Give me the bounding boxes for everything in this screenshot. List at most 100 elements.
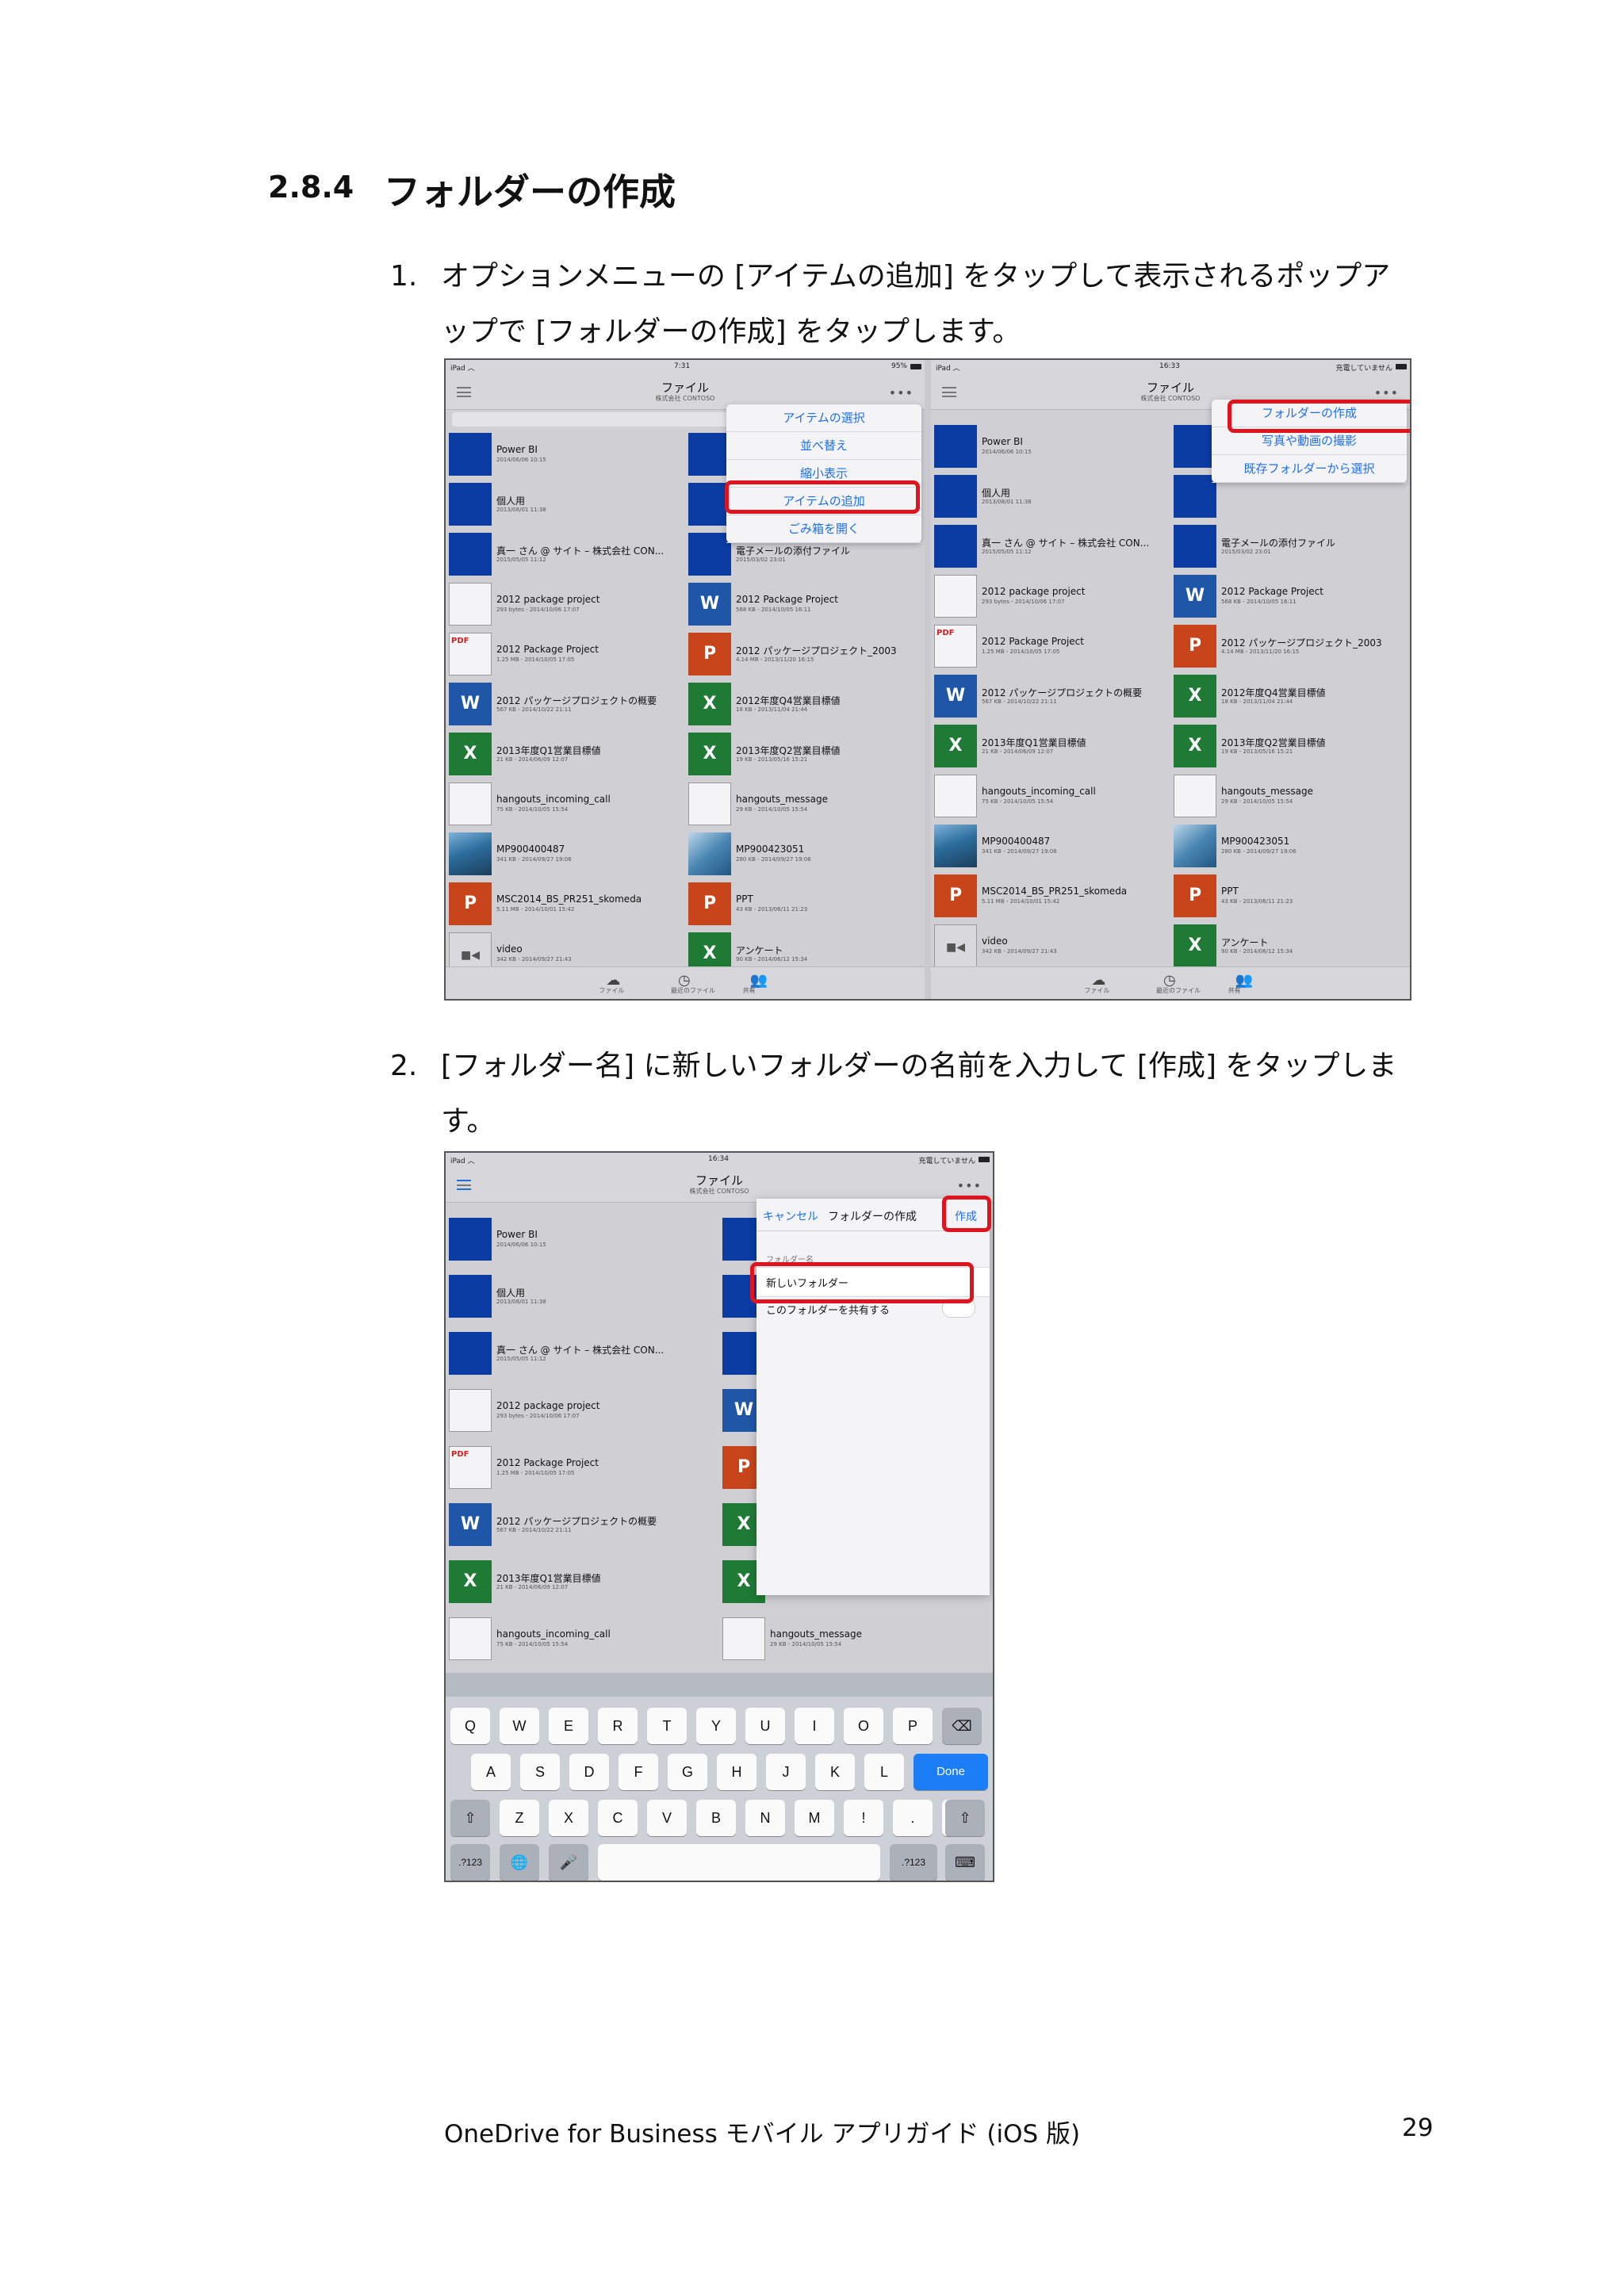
key-w[interactable]: W xyxy=(500,1708,539,1744)
right-file-row[interactable]: X 2013年度Q2営業目標値19 KB - 2013/05/16 15:21 xyxy=(685,729,921,779)
numbers-key-right[interactable]: .?123 xyxy=(890,1844,937,1881)
key-p[interactable]: P xyxy=(893,1708,933,1744)
key-o[interactable]: O xyxy=(844,1708,883,1744)
right-file-row[interactable]: hangouts_message 29 KB - 2014/10/05 15:54 xyxy=(685,779,921,828)
right-file-row[interactable]: P PPT 43 KB - 2013/06/11 21:23 xyxy=(685,879,921,928)
key-e[interactable]: E xyxy=(549,1708,588,1744)
left-file-row[interactable]: PDF 2012 Package Project 1.25 MB - 2014/10… xyxy=(446,1443,716,1492)
left-file-row[interactable]: 個人用 2013/08/01 11:38 xyxy=(446,1272,716,1321)
left-file-row[interactable]: hangouts_incoming_call 75 KB - 2014/10/05… xyxy=(446,1614,716,1663)
left-file-row[interactable]: 2012 package project 293 bytes - 2014/10/… xyxy=(446,580,682,629)
key-y[interactable]: Y xyxy=(696,1708,736,1744)
key-char[interactable]: M xyxy=(795,1800,834,1836)
tab-label[interactable]: ファイル xyxy=(599,986,624,995)
left-file-row[interactable]: W 2012 パッケージプロジェクトの概要 567 KB - 2014/10/22 … xyxy=(446,1500,716,1549)
key-h[interactable]: H xyxy=(717,1754,756,1790)
more-options-icon[interactable]: ••• xyxy=(1374,385,1399,400)
key-r[interactable]: R xyxy=(598,1708,638,1744)
left-file-row[interactable]: X 2013年度Q1営業目標値 21 KB - 2014/06/09 12:07 xyxy=(931,721,1167,771)
right-file-row[interactable]: P PPT 43 KB - 2013/06/11 21:23 xyxy=(1170,871,1407,920)
right-file-row[interactable]: X 2012年度Q4営業目標値18 KB - 2013/11/04 21:44 xyxy=(685,679,921,729)
left-file-row[interactable]: W 2012 パッケージプロジェクトの概要 567 KB - 2014/10/22 … xyxy=(931,672,1167,721)
left-file-row[interactable]: P MSC2014_BS_PR251_skomeda 5.11 MB - 2014/… xyxy=(446,879,682,928)
left-file-row[interactable]: 2012 package project 293 bytes - 2014/10/… xyxy=(446,1386,716,1435)
done-key[interactable]: Done xyxy=(914,1754,988,1790)
tab-label[interactable]: 最近のファイル xyxy=(1156,986,1201,995)
left-file-row[interactable]: hangouts_incoming_call 75 KB - 2014/10/05… xyxy=(931,771,1167,821)
tab-label[interactable]: 共有 xyxy=(743,986,756,995)
microphone-key[interactable]: 🎤 xyxy=(549,1844,588,1881)
right-file-row[interactable]: MP900423051 280 KB - 2014/09/27 19:06 xyxy=(1170,821,1407,871)
menu-item[interactable]: ごみ箱を開く xyxy=(726,515,921,543)
left-file-row[interactable]: W 2012 パッケージプロジェクトの概要 567 KB - 2014/10/22 … xyxy=(446,679,682,729)
shift-key-right[interactable]: ⇧ xyxy=(945,1800,985,1836)
left-file-row[interactable]: MP900400487 341 KB - 2014/09/27 19:06 xyxy=(446,829,682,878)
key-char[interactable]: C xyxy=(598,1800,638,1836)
left-file-row[interactable]: 個人用 2013/08/01 11:38 xyxy=(931,472,1167,521)
key-u[interactable]: U xyxy=(745,1708,785,1744)
left-file-row[interactable]: 個人用 2013/08/01 11:38 xyxy=(446,480,682,529)
space-key[interactable] xyxy=(598,1844,880,1881)
right-file-row[interactable]: P 2012 パッケージプロジェクト_20034.14 MB - 2013/11/… xyxy=(1170,622,1407,671)
key-a[interactable]: A xyxy=(471,1754,511,1790)
numbers-key-left[interactable]: .?123 xyxy=(450,1844,490,1881)
right-file-row[interactable]: 電子メールの添付ファイル2015/03/02 23:01 xyxy=(1170,522,1407,571)
key-d[interactable]: D xyxy=(569,1754,609,1790)
key-char[interactable]: X xyxy=(549,1800,588,1836)
key-f[interactable]: F xyxy=(619,1754,658,1790)
key-char[interactable]: N xyxy=(745,1800,785,1836)
right-file-row[interactable]: hangouts_message 29 KB - 2014/10/05 15:54 xyxy=(1170,771,1407,821)
key-char[interactable]: ! xyxy=(844,1800,883,1836)
left-file-row[interactable]: X 2013年度Q1営業目標値 21 KB - 2014/06/09 12:07 xyxy=(446,729,682,779)
key-char[interactable]: . xyxy=(893,1800,933,1836)
key-j[interactable]: J xyxy=(766,1754,806,1790)
right-file-row[interactable]: W 2012 Package Project 568 KB - 2014/10/05… xyxy=(1170,572,1407,621)
key-g[interactable]: G xyxy=(668,1754,707,1790)
highlight-folder-name xyxy=(750,1262,974,1303)
left-file-row[interactable]: X 2013年度Q1営業目標値 21 KB - 2014/06/09 12:07 xyxy=(446,1557,716,1606)
key-char[interactable]: V xyxy=(647,1800,687,1836)
right-file-row[interactable]: P 2012 パッケージプロジェクト_20034.14 MB - 2013/11/… xyxy=(685,629,921,679)
left-file-row[interactable]: 真一 さん @ サイト – 株式会社 CON... 2015/05/05 11:1… xyxy=(446,530,682,579)
left-file-row[interactable]: 真一 さん @ サイト – 株式会社 CON... 2015/05/05 11:1… xyxy=(446,1329,716,1378)
globe-key[interactable]: 🌐 xyxy=(500,1844,539,1881)
key-char[interactable]: Z xyxy=(500,1800,539,1836)
left-file-row[interactable]: Power BI 2014/06/06 10:15 xyxy=(446,430,682,479)
menu-item[interactable]: 並べ替え xyxy=(726,432,921,460)
menu-item[interactable]: 既存フォルダーから選択 xyxy=(1212,455,1407,483)
left-file-row[interactable]: ■◀ video 342 KB - 2014/09/27 21:43 xyxy=(931,921,1167,970)
key-s[interactable]: S xyxy=(520,1754,560,1790)
key-q[interactable]: Q xyxy=(450,1708,490,1744)
cancel-button[interactable]: キャンセル xyxy=(763,1208,818,1224)
left-file-row[interactable]: 真一 さん @ サイト – 株式会社 CON... 2015/05/05 11:1… xyxy=(931,522,1167,571)
right-file-row[interactable]: W 2012 Package Project 568 KB - 2014/10/05… xyxy=(685,580,921,629)
left-file-row[interactable]: Power BI 2014/06/06 10:15 xyxy=(931,422,1167,471)
hide-keyboard-key[interactable]: ⌨ xyxy=(945,1844,985,1881)
key-i[interactable]: I xyxy=(795,1708,834,1744)
key-l[interactable]: L xyxy=(864,1754,904,1790)
left-file-row[interactable]: 2012 package project 293 bytes - 2014/10/… xyxy=(931,572,1167,621)
tab-label[interactable]: 最近のファイル xyxy=(671,986,715,995)
left-file-row[interactable]: Power BI 2014/06/06 10:15 xyxy=(446,1215,716,1264)
right-file-row[interactable]: MP900423051 280 KB - 2014/09/27 19:06 xyxy=(685,829,921,878)
key-char[interactable]: B xyxy=(696,1800,736,1836)
key-k[interactable]: K xyxy=(815,1754,855,1790)
right-file-row[interactable]: hangouts_message 29 KB - 2014/10/05 15:54 xyxy=(719,1614,990,1663)
shift-key-left[interactable]: ⇧ xyxy=(450,1800,490,1836)
left-file-row[interactable]: P MSC2014_BS_PR251_skomeda 5.11 MB - 2014/… xyxy=(931,871,1167,920)
left-file-row[interactable]: hangouts_incoming_call 75 KB - 2014/10/05… xyxy=(446,779,682,828)
video-thumbnail: ■◀ xyxy=(934,924,977,967)
right-file-row[interactable]: X アンケート 90 KB - 2014/06/12 15:34 xyxy=(1170,921,1407,970)
backspace-key[interactable]: ⌫ xyxy=(942,1708,982,1744)
key-t[interactable]: T xyxy=(647,1708,687,1744)
more-options-icon[interactable]: ••• xyxy=(957,1178,982,1193)
more-options-icon[interactable]: ••• xyxy=(889,385,914,400)
menu-item[interactable]: アイテムの選択 xyxy=(726,404,921,432)
right-file-row[interactable]: X 2012年度Q4営業目標値18 KB - 2013/11/04 21:44 xyxy=(1170,672,1407,721)
left-file-row[interactable]: PDF 2012 Package Project 1.25 MB - 2014/10… xyxy=(931,622,1167,671)
left-file-row[interactable]: PDF 2012 Package Project 1.25 MB - 2014/10… xyxy=(446,629,682,679)
right-file-row[interactable]: X 2013年度Q2営業目標値19 KB - 2013/05/16 15:21 xyxy=(1170,721,1407,771)
left-file-row[interactable]: MP900400487 341 KB - 2014/09/27 19:06 xyxy=(931,821,1167,871)
tab-label[interactable]: ファイル xyxy=(1084,986,1109,995)
tab-label[interactable]: 共有 xyxy=(1228,986,1241,995)
